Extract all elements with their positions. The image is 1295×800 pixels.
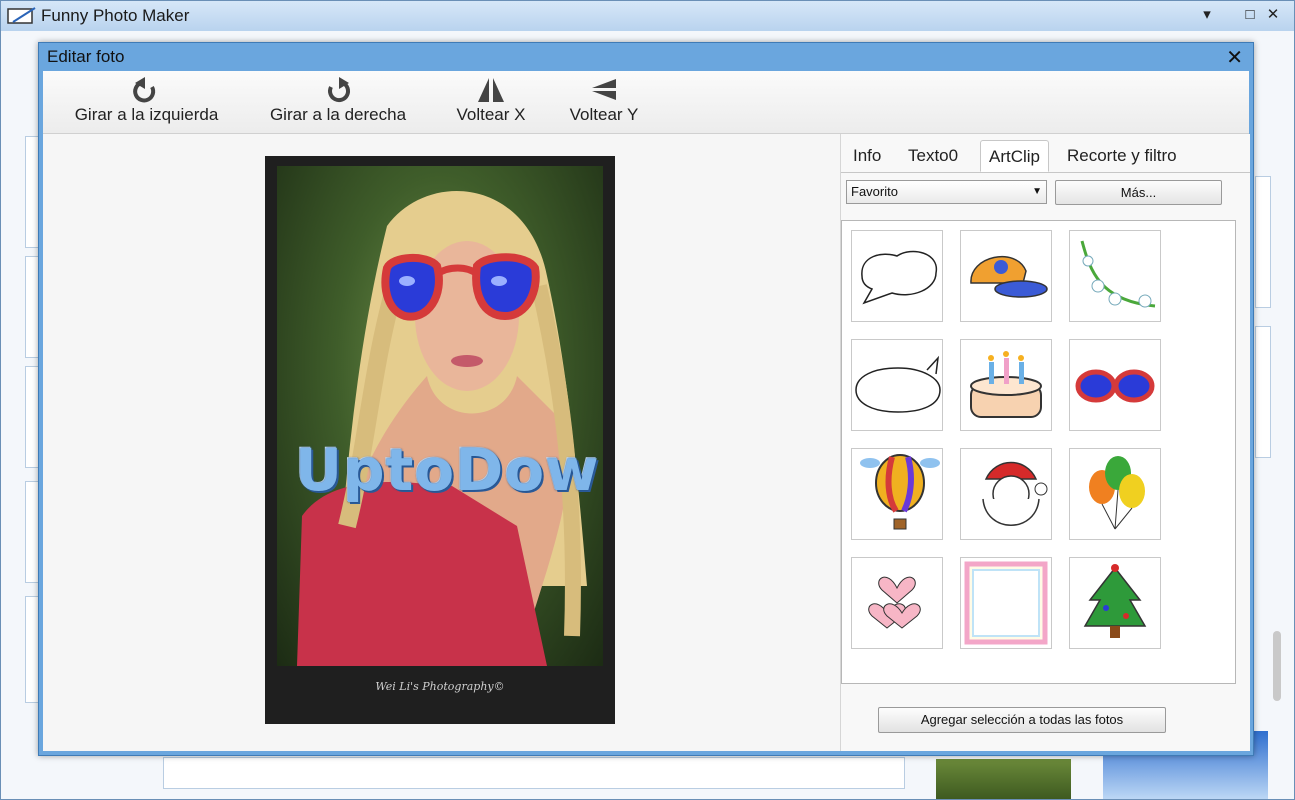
sunglasses-icon[interactable] — [1069, 339, 1161, 431]
app-titlebar[interactable]: Funny Photo Maker ▾ □ ✕ — [1, 1, 1294, 31]
edit-photo-dialog: Editar foto ✕ Girar a la izquierda Girar… — [38, 42, 1254, 756]
more-button[interactable]: Más... — [1055, 180, 1222, 205]
flip-y-label: Voltear Y — [569, 105, 639, 124]
panel-tabs: Info Texto0 ArtClip Recorte y filtro — [841, 134, 1250, 173]
photo-watermark: Wei Li's Photography© — [375, 680, 505, 693]
artclip-grid — [841, 220, 1236, 684]
christmas-tree-icon[interactable] — [1069, 557, 1161, 649]
dialog-body: Girar a la izquierda Girar a la derecha … — [43, 71, 1250, 751]
speech-bubble-icon[interactable] — [851, 230, 943, 322]
rotate-left-icon — [133, 77, 156, 103]
frame-icon[interactable] — [960, 557, 1052, 649]
tab-info[interactable]: Info — [845, 140, 889, 172]
rotate-right-label: Girar a la derecha — [269, 105, 407, 124]
tab-recorte-filtro[interactable]: Recorte y filtro — [1059, 140, 1185, 172]
hearts-icon[interactable] — [851, 557, 943, 649]
birthday-cake-icon[interactable] — [960, 339, 1052, 431]
flowers-icon[interactable] — [1069, 230, 1161, 322]
rotate-right-icon — [328, 77, 351, 103]
edited-photo[interactable]: UptoDown — [277, 166, 603, 666]
rotate-right-button[interactable]: Girar a la derecha — [264, 75, 412, 125]
tab-texto0[interactable]: Texto0 — [900, 140, 966, 172]
balloons-icon[interactable] — [1069, 448, 1161, 540]
overlay-text[interactable]: UptoDown — [295, 436, 603, 504]
flip-x-button[interactable]: Voltear X — [451, 75, 531, 125]
tool-panel: Info Texto0 ArtClip Recorte y filtro Fav… — [840, 134, 1250, 751]
edit-toolbar: Girar a la izquierda Girar a la derecha … — [43, 71, 1249, 134]
category-select[interactable]: Favorito ▼ — [846, 180, 1047, 204]
rotate-left-button[interactable]: Girar a la izquierda — [69, 75, 224, 125]
app-logo-icon — [7, 7, 36, 24]
background-thumbnail — [1255, 176, 1271, 308]
santa-icon[interactable] — [960, 448, 1052, 540]
flip-x-label: Voltear X — [456, 105, 526, 124]
minimize-button[interactable]: ▾ — [1197, 5, 1217, 25]
category-select-value: Favorito — [851, 184, 898, 199]
background-photo — [936, 759, 1071, 799]
dialog-title: Editar foto — [47, 47, 125, 66]
maximize-button[interactable]: □ — [1240, 5, 1260, 25]
close-app-button[interactable]: ✕ — [1263, 5, 1283, 25]
chevron-down-icon: ▼ — [1032, 186, 1042, 197]
background-thumbnail — [1255, 326, 1271, 458]
add-to-all-photos-button[interactable]: Agregar selección a todas las fotos — [878, 707, 1166, 733]
flip-y-button[interactable]: Voltear Y — [564, 75, 644, 125]
cap-icon[interactable] — [960, 230, 1052, 322]
rotate-left-label: Girar a la izquierda — [74, 105, 219, 124]
flip-x-icon — [478, 78, 504, 102]
dialog-titlebar[interactable]: Editar foto ✕ — [39, 43, 1253, 71]
photo-frame[interactable]: UptoDown Wei Li's Photography© — [265, 156, 615, 724]
dialog-close-button[interactable]: ✕ — [1226, 45, 1243, 70]
background-scrollbar[interactable] — [1273, 631, 1281, 701]
flip-y-icon — [592, 79, 616, 100]
hot-air-balloon-icon[interactable] — [851, 448, 943, 540]
background-panel — [163, 757, 905, 789]
oval-bubble-icon[interactable] — [851, 339, 943, 431]
photo-subject-image — [297, 191, 587, 666]
photo-canvas: UptoDown Wei Li's Photography© — [43, 134, 839, 751]
app-title: Funny Photo Maker — [41, 6, 190, 25]
tab-artclip[interactable]: ArtClip — [980, 140, 1050, 172]
